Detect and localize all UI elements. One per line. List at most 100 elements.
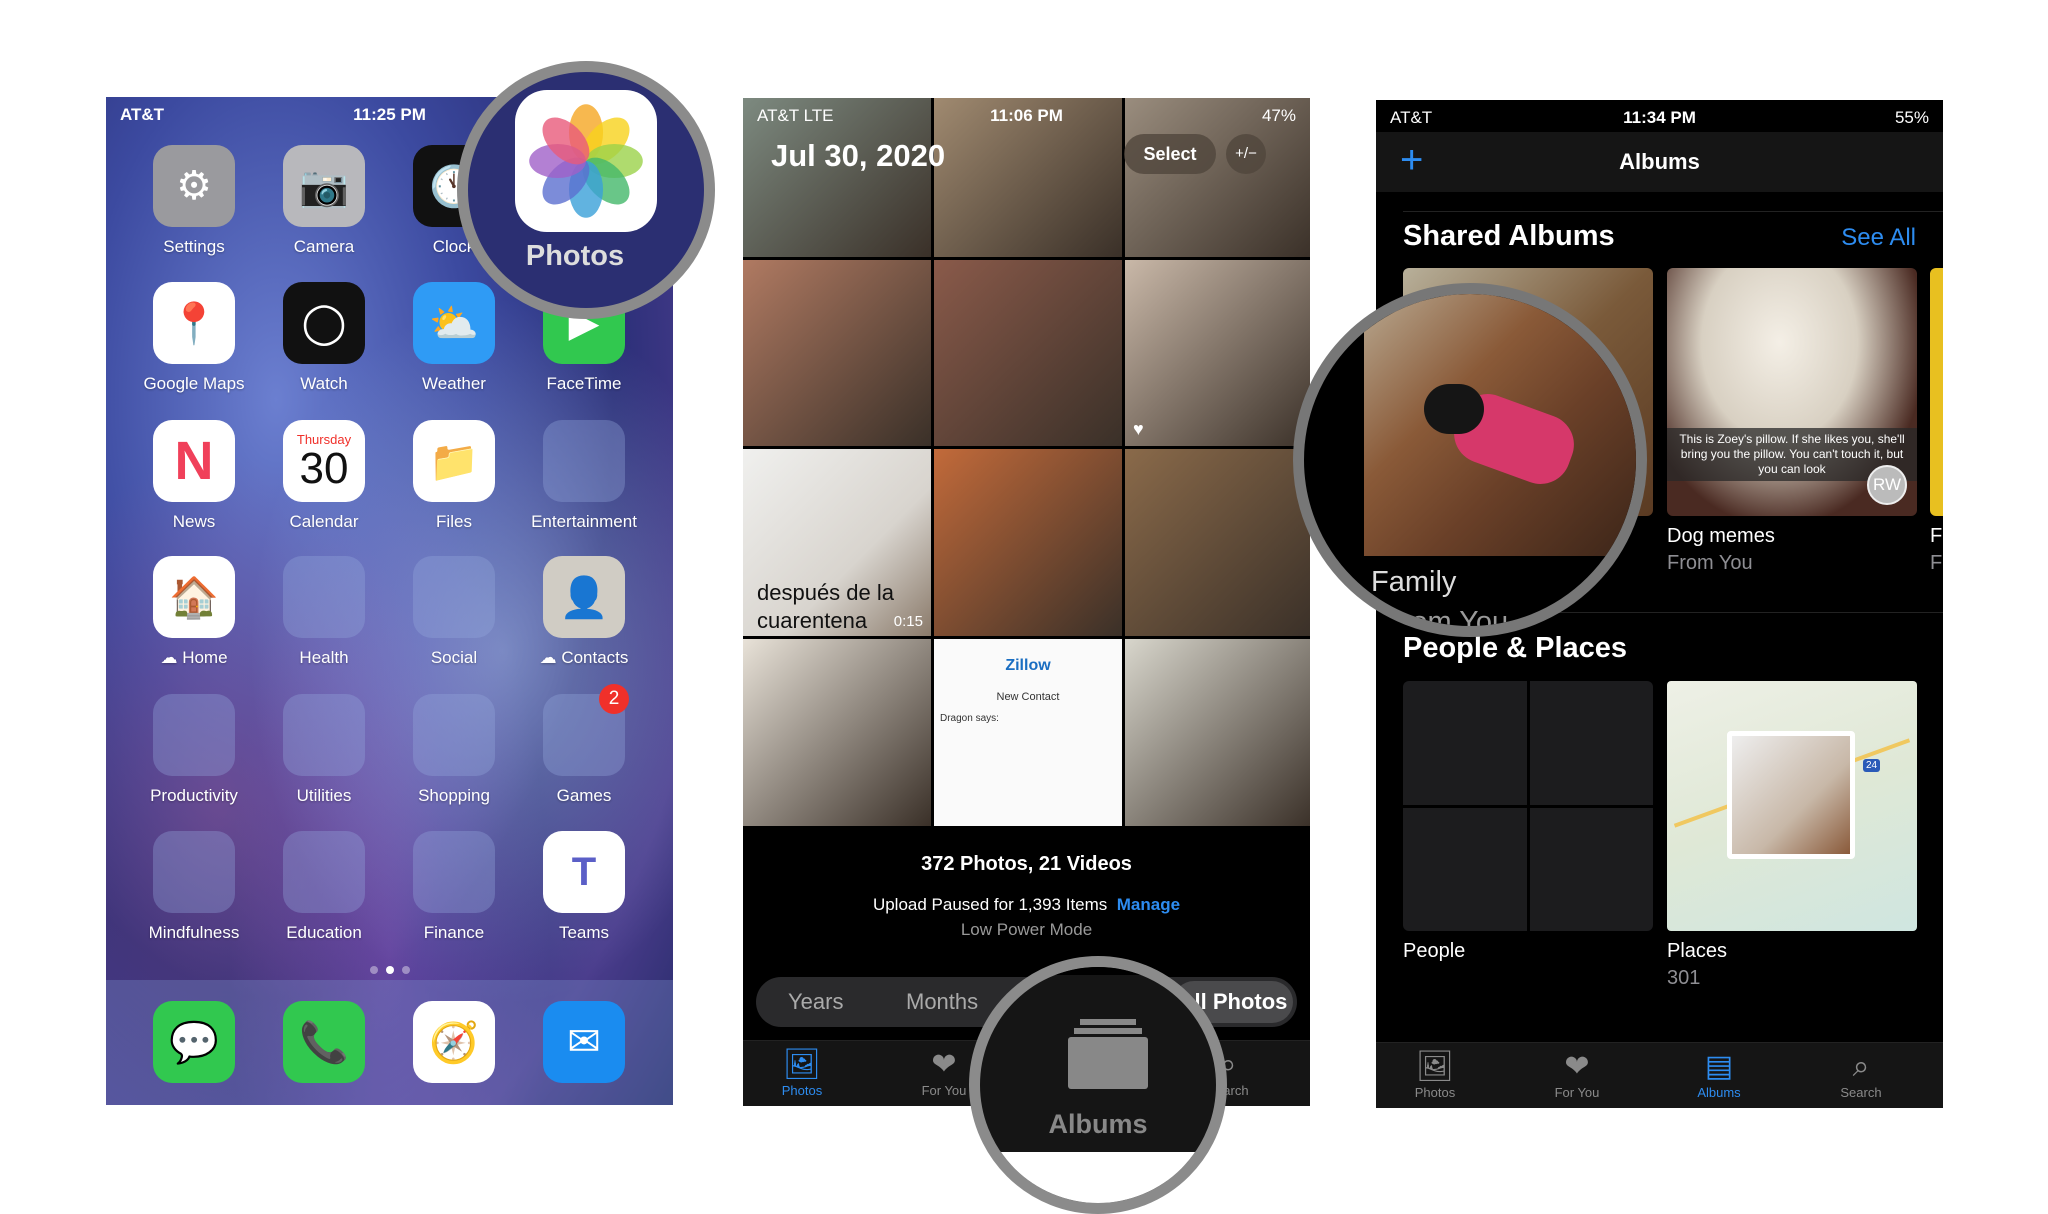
app-calendar[interactable]: Thursday 30 Calendar bbox=[259, 420, 389, 532]
files-folder-icon: 📁 bbox=[413, 420, 495, 502]
watch-icon: ◯ bbox=[283, 282, 365, 364]
news-icon: N bbox=[153, 420, 235, 502]
avatar: RW bbox=[1867, 465, 1907, 505]
app-social[interactable]: Social bbox=[389, 556, 519, 668]
nav-title: Albums bbox=[1619, 149, 1700, 174]
select-button[interactable]: Select bbox=[1124, 134, 1216, 174]
app-home[interactable]: 🏠 ☁ Home bbox=[129, 556, 259, 668]
tab-label: Photos bbox=[781, 1083, 823, 1098]
phone-icon[interactable]: 📞 bbox=[283, 1001, 365, 1083]
microsoft-teams-icon: T bbox=[543, 831, 625, 913]
app-watch[interactable]: ◯ Watch bbox=[259, 282, 389, 394]
app-label: Watch bbox=[259, 374, 389, 394]
app-productivity[interactable]: Productivity bbox=[129, 694, 259, 806]
battery-level: 47% bbox=[1261, 106, 1296, 125]
zillow-line: Dragon says: bbox=[940, 713, 999, 724]
tab-photos[interactable]: 🖼 Photos bbox=[743, 1047, 862, 1098]
app-settings[interactable]: ⚙ Settings bbox=[129, 145, 259, 257]
app-label-text: Google Maps bbox=[143, 374, 245, 393]
album-owner: From You bbox=[1667, 552, 1753, 574]
people-album[interactable] bbox=[1403, 681, 1653, 931]
manage-link[interactable]: Manage bbox=[1117, 895, 1180, 914]
app-label: Mindfulness bbox=[129, 923, 259, 943]
app-files[interactable]: 📁 Files bbox=[389, 420, 519, 532]
places-album[interactable]: 24 bbox=[1667, 681, 1917, 931]
folder-icon bbox=[413, 556, 495, 638]
photo-thumbnail[interactable] bbox=[743, 639, 931, 826]
app-entertainment[interactable]: Entertainment bbox=[519, 420, 649, 532]
app-label: ☁ Home bbox=[129, 648, 259, 668]
family-album-thumb-large[interactable] bbox=[1364, 294, 1636, 556]
app-shopping[interactable]: Shopping bbox=[389, 694, 519, 806]
favorite-heart-icon: ♥ bbox=[1133, 419, 1144, 439]
app-label: Files bbox=[389, 512, 519, 532]
app-mindfulness[interactable]: Mindfulness bbox=[129, 831, 259, 943]
calendar-date: 30 bbox=[299, 443, 349, 493]
tab-search[interactable]: ⌕ Search bbox=[1801, 1049, 1921, 1100]
zoom-toggle-button[interactable]: +/− bbox=[1226, 134, 1266, 174]
photo-thumbnail[interactable]: Zillow New Contact Dragon says: bbox=[934, 639, 1122, 826]
segment-months[interactable]: Months bbox=[906, 989, 978, 1015]
app-label: FaceTime bbox=[519, 374, 649, 394]
app-games[interactable]: 2 Games bbox=[519, 684, 649, 806]
settings-gear-icon: ⚙ bbox=[153, 145, 235, 227]
app-label-text: Health bbox=[299, 648, 349, 667]
app-utilities[interactable]: Utilities bbox=[259, 694, 389, 806]
upload-text: Upload Paused for 1,393 Items bbox=[872, 895, 1108, 914]
app-label: Utilities bbox=[259, 786, 389, 806]
tab-label: Albums bbox=[1697, 1085, 1741, 1100]
albums-icon: ▤ bbox=[1704, 1050, 1734, 1083]
app-label: Finance bbox=[389, 923, 519, 943]
app-label: Google Maps bbox=[129, 374, 259, 394]
safari-icon[interactable]: 🧭 bbox=[413, 1001, 495, 1083]
photo-thumbnail[interactable] bbox=[934, 260, 1122, 446]
app-teams[interactable]: T Teams bbox=[519, 831, 649, 943]
segment-years[interactable]: Years bbox=[788, 989, 843, 1015]
shared-album-dog-memes[interactable]: This is Zoey's pillow. If she likes you,… bbox=[1667, 268, 1917, 516]
people-label: People bbox=[1403, 940, 1466, 962]
page-indicator[interactable] bbox=[106, 961, 673, 979]
photos-magnifier: Photos bbox=[457, 61, 715, 319]
icloud-download-icon: ☁ bbox=[160, 648, 183, 667]
app-health[interactable]: Health bbox=[259, 556, 389, 668]
see-all-link[interactable]: See All bbox=[1841, 224, 1916, 252]
photo-thumbnail[interactable] bbox=[934, 449, 1122, 636]
photos-library-screen: ♥ después de la cuarentena 0:15 Zillow New C… bbox=[743, 98, 1310, 1106]
folder-icon bbox=[413, 694, 495, 776]
albums-tab-label[interactable]: Albums bbox=[980, 1109, 1216, 1140]
app-google-maps[interactable]: 📍 Google Maps bbox=[129, 282, 259, 394]
notification-badge: 2 bbox=[599, 684, 629, 714]
photo-thumbnail[interactable]: después de la cuarentena 0:15 bbox=[743, 449, 931, 636]
dock: 💬 📞 🧭 ✉ bbox=[106, 980, 673, 1105]
map-pin-photo bbox=[1727, 731, 1855, 859]
app-label-text: Productivity bbox=[150, 786, 238, 805]
tab-bar: 🖼 Photos ❤ For You ▤ Albums ⌕ Search bbox=[1376, 1042, 1943, 1108]
tab-for-you[interactable]: ❤ For You bbox=[1517, 1049, 1637, 1100]
app-news[interactable]: N News bbox=[129, 420, 259, 532]
shared-album-third[interactable] bbox=[1930, 268, 1943, 516]
album-name: Dog memes bbox=[1667, 525, 1775, 547]
messages-icon[interactable]: 💬 bbox=[153, 1001, 235, 1083]
highway-marker: 24 bbox=[1863, 759, 1881, 772]
app-label-text: Files bbox=[436, 512, 472, 531]
app-label: Social bbox=[389, 648, 519, 668]
mail-icon[interactable]: ✉ bbox=[543, 1001, 625, 1083]
album-name: Fa bbox=[1930, 525, 1943, 547]
app-label-text: Home bbox=[182, 648, 228, 667]
app-weather[interactable]: ⛅ Weather bbox=[389, 282, 519, 394]
photo-thumbnail[interactable] bbox=[1125, 639, 1310, 826]
photo-thumbnail[interactable] bbox=[1125, 449, 1310, 636]
tab-albums[interactable]: ▤ Albums bbox=[1659, 1049, 1779, 1100]
app-contacts[interactable]: 👤 ☁ Contacts bbox=[519, 556, 649, 668]
photo-thumbnail[interactable]: ♥ bbox=[1125, 260, 1310, 446]
app-education[interactable]: Education bbox=[259, 831, 389, 943]
app-label-text: Games bbox=[556, 786, 612, 805]
tab-photos[interactable]: 🖼 Photos bbox=[1376, 1049, 1495, 1100]
photo-thumbnail[interactable] bbox=[743, 260, 931, 446]
photos-tab-icon: 🖼 bbox=[782, 1048, 822, 1081]
app-camera[interactable]: 📷 Camera bbox=[259, 145, 389, 257]
photos-app-large[interactable] bbox=[515, 90, 657, 232]
app-finance[interactable]: Finance bbox=[389, 831, 519, 943]
contacts-icon: 👤 bbox=[543, 556, 625, 638]
albums-tab-magnifier: Albums bbox=[969, 956, 1227, 1214]
